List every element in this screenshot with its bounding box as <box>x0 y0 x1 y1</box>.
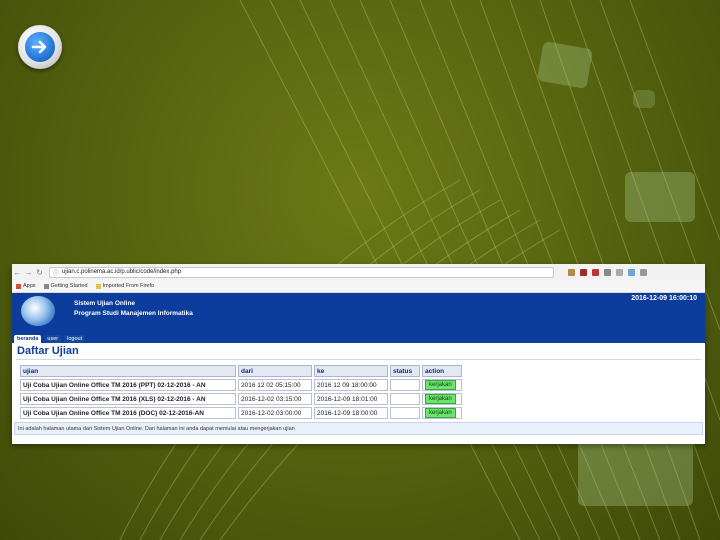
exam-start: 2016-12-02 03:00:00 <box>238 407 312 419</box>
browser-screenshot: ← → ↻ ⓘ ujian.c.polinema.ac.id/p.ublic/c… <box>12 264 705 444</box>
exam-end: 2016-12-09 18:01:00 <box>314 393 388 405</box>
decorative-square <box>633 90 655 108</box>
exam-name: Uji Coba Ujian Online Office TM 2016 (DO… <box>20 407 236 419</box>
extension-icon[interactable] <box>628 268 635 276</box>
table-header-row: ujian dari ke status action <box>20 365 462 377</box>
extension-icon[interactable] <box>604 268 611 276</box>
table-row: Uji Coba Ujian Online Office TM 2016 (PP… <box>20 379 462 391</box>
column-header: action <box>422 365 462 377</box>
clock: 2016-12-09 16:00:10 <box>631 295 697 302</box>
reload-icon[interactable]: ↻ <box>34 268 45 277</box>
exam-start: 2016 12 02 05:15:00 <box>238 379 312 391</box>
column-header: dari <box>238 365 312 377</box>
folder-icon <box>95 283 101 289</box>
menu-user[interactable]: user <box>44 335 62 343</box>
footer-text: Ini adalah halaman utama dari Sistem Uji… <box>18 425 295 432</box>
page-title: Daftar Ujian <box>17 345 79 357</box>
kerjakan-button[interactable]: kerjakan <box>425 380 456 390</box>
app-name: Sistem Ujian Online Program Studi Manaje… <box>74 300 193 317</box>
decorative-square <box>578 440 693 506</box>
globe-logo-icon <box>21 296 55 326</box>
exam-table: ujian dari ke status action Uji Coba Uji… <box>18 363 464 421</box>
exam-start: 2016-12-02 03:15:00 <box>238 393 312 405</box>
divider <box>16 359 701 360</box>
exam-action-cell: kerjakan <box>422 379 462 391</box>
table-row: Uji Coba Ujian Online Office TM 2016 (DO… <box>20 407 462 419</box>
menu-logout[interactable]: logout <box>64 335 86 343</box>
column-header: ujian <box>20 365 236 377</box>
exam-name: Uji Coba Ujian Online Office TM 2016 (XL… <box>20 393 236 405</box>
exam-action-cell: kerjakan <box>422 393 462 405</box>
bookmarks-bar: Apps Getting Started Imported From Firef… <box>12 280 705 293</box>
footer-info: Ini adalah halaman utama dari Sistem Uji… <box>14 422 703 435</box>
exam-end: 2016 12 09 18:00:00 <box>314 379 388 391</box>
main-menu: beranda user logout <box>12 333 705 343</box>
forward-icon[interactable]: → <box>23 268 34 277</box>
bookmark-apps[interactable]: Apps <box>16 283 36 289</box>
lock-icon: ⓘ <box>53 270 60 277</box>
exam-action-cell: kerjakan <box>422 407 462 419</box>
extension-icon[interactable] <box>580 268 587 276</box>
apps-icon <box>16 283 21 289</box>
bookmark-getting-started[interactable]: Getting Started <box>43 283 88 289</box>
exam-status <box>390 379 420 391</box>
exam-name: Uji Coba Ujian Online Office TM 2016 (PP… <box>20 379 236 391</box>
menu-icon[interactable] <box>640 268 647 276</box>
browser-toolbar: ← → ↻ ⓘ ujian.c.polinema.ac.id/p.ublic/c… <box>12 264 705 280</box>
arrow-right-icon <box>25 32 55 62</box>
column-header: ke <box>314 365 388 377</box>
next-slide-button[interactable] <box>18 25 62 69</box>
menu-beranda[interactable]: beranda <box>14 335 42 343</box>
extension-icon[interactable] <box>568 268 575 276</box>
decorative-square <box>625 172 695 222</box>
exam-status <box>390 393 420 405</box>
column-header: status <box>390 365 420 377</box>
back-icon[interactable]: ← <box>12 268 23 277</box>
decorative-square <box>536 40 594 90</box>
app-header: Sistem Ujian Online Program Studi Manaje… <box>12 293 705 333</box>
address-bar[interactable]: ⓘ ujian.c.polinema.ac.id/p.ublic/code/in… <box>49 266 554 278</box>
extension-icon[interactable] <box>616 268 623 276</box>
extension-icons <box>568 268 647 276</box>
table-row: Uji Coba Ujian Online Office TM 2016 (XL… <box>20 393 462 405</box>
exam-status <box>390 407 420 419</box>
exam-end: 2016-12-09 18:00:00 <box>314 407 388 419</box>
page-icon <box>43 283 49 289</box>
kerjakan-button[interactable]: kerjakan <box>425 408 456 418</box>
bookmark-imported[interactable]: Imported From Firefo <box>95 283 154 289</box>
extension-icon[interactable] <box>592 268 599 276</box>
kerjakan-button[interactable]: kerjakan <box>425 394 456 404</box>
address-url: ujian.c.polinema.ac.id/p.ublic/code/inde… <box>62 269 182 275</box>
